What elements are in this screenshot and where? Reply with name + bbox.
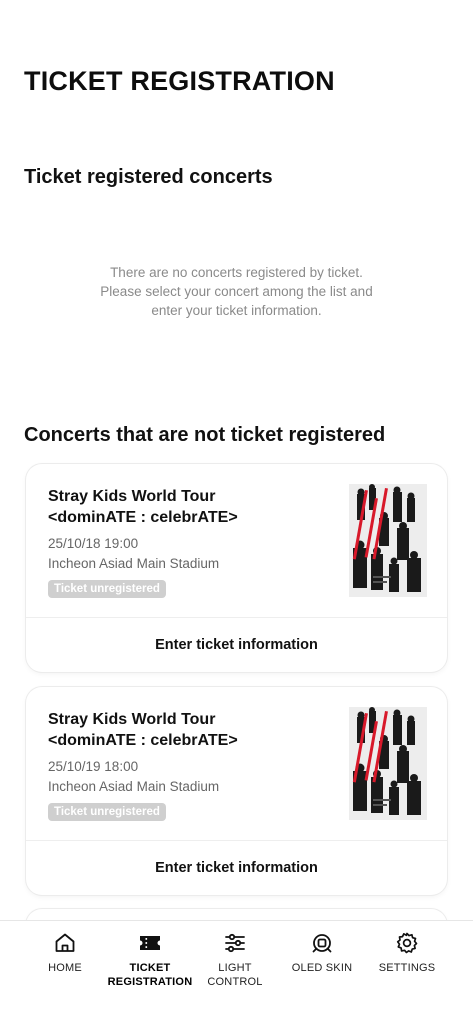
concert-info: Stray Kids World Tour <dominATE : celebr… <box>48 486 338 598</box>
concert-info: Stray Kids World Tour <dominATE : celebr… <box>48 709 338 821</box>
empty-state-message: There are no concerts registered by tick… <box>0 263 473 320</box>
concert-card: Stray Kids World Tour <dominATE : celebr… <box>26 464 447 672</box>
concert-datetime: 25/10/18 19:00 <box>48 536 139 551</box>
concert-venue: Incheon Asiad Main Stadium <box>48 556 220 571</box>
concert-card: Stray Kids World Tour <dominATE : celebr… <box>26 687 447 895</box>
concert-poster-image <box>349 484 427 597</box>
oled-skin-icon <box>312 934 332 953</box>
tab-label: SETTINGS <box>378 962 436 974</box>
status-badge: Ticket unregistered <box>48 580 166 598</box>
concert-poster-image <box>349 707 427 820</box>
empty-message-line: enter your ticket information. <box>151 303 322 318</box>
tab-label: LIGHT <box>218 962 252 974</box>
ticket-icon <box>140 936 160 950</box>
tab-home[interactable]: HOME <box>18 931 112 975</box>
gear-icon <box>396 932 418 954</box>
concert-title-line: Stray Kids World Tour <box>48 488 216 505</box>
concert-title-line: <dominATE : celebrATE> <box>48 732 238 749</box>
concert-title-line: Stray Kids World Tour <box>48 711 216 728</box>
tab-oled-skin[interactable]: OLED SKIN <box>275 931 369 975</box>
concert-title: Stray Kids World Tour <dominATE : celebr… <box>48 709 338 751</box>
sliders-icon <box>225 933 245 953</box>
tab-ticket-registration[interactable]: TICKET REGISTRATION <box>103 931 197 989</box>
empty-message-line: There are no concerts registered by tick… <box>110 265 363 280</box>
tab-settings[interactable]: SETTINGS <box>360 931 454 975</box>
unregistered-section-title: Concerts that are not ticket registered <box>24 424 386 446</box>
status-badge: Ticket unregistered <box>48 803 166 821</box>
enter-ticket-info-button[interactable]: Enter ticket information <box>26 618 447 672</box>
tab-label: TICKET <box>129 962 171 974</box>
concert-datetime: 25/10/19 18:00 <box>48 759 139 774</box>
bottom-tab-bar: HOME TICKET REGISTRATION LIGHT CONTROL O… <box>0 920 473 1024</box>
empty-message-line: Please select your concert among the lis… <box>100 284 373 299</box>
concert-title: Stray Kids World Tour <dominATE : celebr… <box>48 486 338 528</box>
tab-light-control[interactable]: LIGHT CONTROL <box>188 931 282 989</box>
concert-venue: Incheon Asiad Main Stadium <box>48 779 220 794</box>
registered-section-title: Ticket registered concerts <box>24 166 273 188</box>
enter-ticket-info-button[interactable]: Enter ticket information <box>26 841 447 895</box>
tab-label: REGISTRATION <box>107 976 193 988</box>
tab-label: OLED SKIN <box>291 962 353 974</box>
tab-label: CONTROL <box>207 976 263 988</box>
home-icon <box>55 933 75 952</box>
page-title: TICKET REGISTRATION <box>24 66 335 96</box>
concert-title-line: <dominATE : celebrATE> <box>48 509 238 526</box>
tab-label: HOME <box>48 962 82 974</box>
